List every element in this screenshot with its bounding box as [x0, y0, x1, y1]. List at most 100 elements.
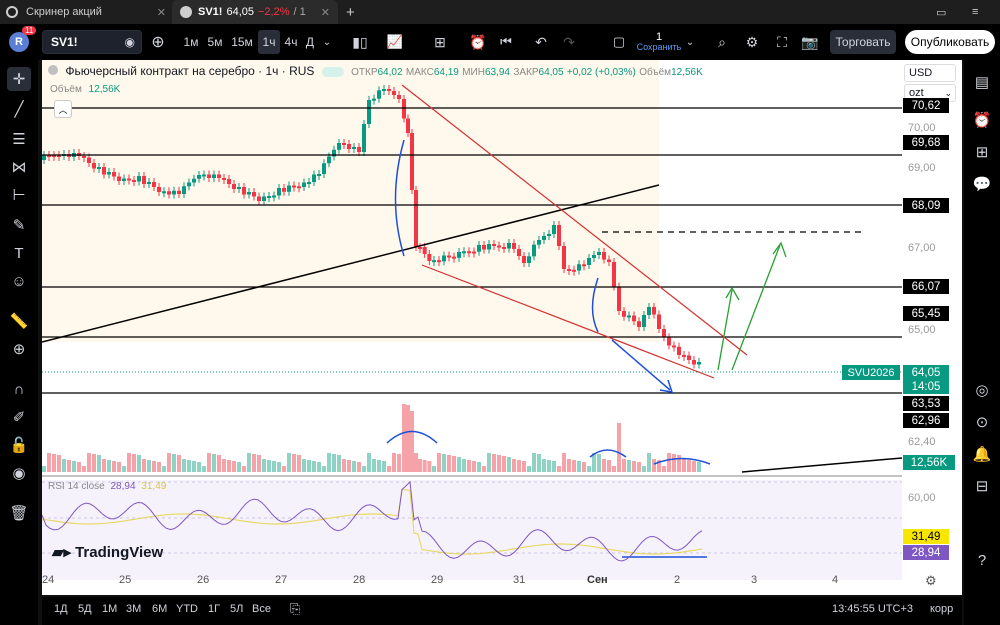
volume-bar [672, 454, 676, 472]
avatar[interactable]: R 11 [8, 26, 37, 54]
range-5y[interactable]: 5Л [230, 603, 243, 615]
range-1y[interactable]: 1Г [208, 603, 220, 615]
clock[interactable]: 13:45:55 UTC+3 [832, 603, 913, 615]
indicators-icon[interactable]: 📈 [384, 30, 406, 54]
replay-icon[interactable]: ⏮ [496, 30, 516, 54]
candle-body [422, 247, 427, 254]
interval-d[interactable]: Д [303, 30, 317, 54]
brush-icon[interactable]: ✎ [7, 213, 31, 237]
interval-4h[interactable]: 4ч [283, 30, 299, 54]
trend-line-icon[interactable]: ╱ [7, 97, 31, 121]
bell-icon[interactable]: 🔔 [970, 442, 994, 466]
volume-bar [252, 454, 256, 472]
currency-select[interactable]: USD [904, 64, 956, 82]
chevron-down-icon[interactable]: ⌄ [684, 30, 696, 54]
lock-icon[interactable]: 🔓 [7, 433, 31, 457]
ruler-icon[interactable]: 📏 [7, 309, 31, 333]
quick-search-icon[interactable]: ⌕ [712, 30, 732, 54]
volume-bar [377, 460, 381, 472]
interval-1m[interactable]: 1м [182, 30, 200, 54]
tab-symbol[interactable]: SV1! 64,05 −2,2% / 1 ✕ [172, 0, 338, 24]
chart-canvas[interactable] [42, 60, 962, 595]
collapse-legend-icon[interactable]: ︿ [54, 100, 72, 118]
candle-body [372, 98, 376, 101]
candle-body [182, 186, 186, 194]
candle-body [414, 190, 418, 247]
volume-bar [437, 453, 441, 472]
layout-square-icon[interactable]: ▢ [610, 30, 628, 54]
candles-icon[interactable]: ▮▯ [350, 30, 370, 54]
new-tab-icon[interactable]: + [346, 0, 360, 24]
range-3m[interactable]: 3М [126, 603, 141, 615]
compare-icon[interactable]: ⊕ [148, 30, 168, 54]
volume-bar [317, 462, 321, 472]
save-button[interactable]: 1 Сохранить [636, 30, 682, 54]
symbol-search[interactable]: SV1! ◉ [42, 30, 142, 54]
publish-button[interactable]: Опубликовать [905, 30, 995, 54]
eye-icon[interactable]: ◉ [7, 461, 31, 485]
close-icon[interactable]: ✕ [157, 6, 166, 19]
settings-icon[interactable]: ⚙ [925, 573, 937, 589]
layouts-icon[interactable]: ⊞ [430, 30, 450, 54]
forecast-icon[interactable]: ⊢ [7, 183, 31, 207]
pulse-icon[interactable]: ◎ [970, 378, 994, 402]
adjust-mode[interactable]: корр [930, 603, 953, 615]
watchlist-icon[interactable]: ▤ [970, 70, 994, 94]
help-icon[interactable]: ? [970, 548, 994, 572]
interval-1h[interactable]: 1ч [258, 30, 280, 54]
emoji-icon[interactable]: ☺ [7, 269, 31, 293]
ideas-icon[interactable]: ⊙ [970, 410, 994, 434]
eye-icon[interactable]: ◉ [125, 35, 135, 49]
blue-arrow [611, 339, 671, 391]
chevron-down-icon[interactable]: ⌄ [320, 30, 334, 54]
range-6m[interactable]: 6М [152, 603, 167, 615]
crosshair-icon[interactable]: ✛ [7, 67, 31, 91]
trash-icon[interactable]: 🗑 [7, 501, 31, 525]
rsi-legend: RSI 14 close 28,94 31,49 [48, 481, 166, 492]
chart-pane[interactable]: Фьючерсный контракт на серебро · 1ч · RU… [42, 60, 962, 595]
volume-bar [127, 453, 131, 472]
layout-icon[interactable]: ▭ [936, 0, 956, 24]
volume-bar [577, 461, 581, 472]
alert-icon[interactable]: ⏰ [468, 30, 488, 54]
price-tick: 70,00 [908, 122, 936, 134]
lock-drawings-icon[interactable]: ✐ [7, 405, 31, 429]
goto-date-icon[interactable]: ⎘ [290, 601, 300, 617]
range-all[interactable]: Все [252, 603, 271, 615]
range-ytd[interactable]: YTD [176, 603, 198, 615]
camera-icon[interactable]: 📷 [800, 30, 820, 54]
chat-icon[interactable]: 💬 [970, 172, 994, 196]
interval-5m[interactable]: 5м [206, 30, 224, 54]
text-icon[interactable]: T [7, 241, 31, 265]
candle-body [418, 247, 422, 249]
menu-icon[interactable]: ≡ [972, 0, 992, 24]
close-icon[interactable]: ✕ [321, 6, 330, 19]
symbol-input[interactable]: SV1! [51, 35, 78, 49]
trade-button[interactable]: Торговать [830, 30, 896, 54]
legend-change: +0,02 (+0,03%) [566, 67, 636, 78]
pattern-icon[interactable]: ⋈ [7, 155, 31, 179]
candle-body [302, 182, 306, 187]
calendar-icon[interactable]: ⊟ [970, 474, 994, 498]
fib-icon[interactable]: ☰ [7, 127, 31, 151]
zoom-icon[interactable]: ⊕ [7, 337, 31, 361]
object-tree-icon[interactable]: ⊞ [970, 140, 994, 164]
interval-15m[interactable]: 15м [230, 30, 254, 54]
range-1d[interactable]: 1Д [54, 603, 68, 615]
candle-body [657, 314, 661, 329]
volume-bar [132, 454, 136, 472]
range-5d[interactable]: 5Д [78, 603, 92, 615]
candle-body [152, 182, 156, 187]
alerts-icon[interactable]: ⏰ [970, 108, 994, 132]
fullscreen-icon[interactable]: ⛶ [772, 30, 792, 54]
settings-icon[interactable]: ⚙ [742, 30, 762, 54]
undo-icon[interactable]: ↶ [532, 30, 550, 54]
magnet-icon[interactable]: ∩ [7, 377, 31, 401]
candle-body [542, 236, 546, 240]
tab-screener[interactable]: Скринер акций ✕ [6, 0, 166, 24]
candle-body [487, 244, 491, 250]
redo-icon[interactable]: ↷ [560, 30, 578, 54]
range-1m[interactable]: 1М [102, 603, 117, 615]
candle-body [697, 362, 701, 365]
volume-bar [147, 460, 151, 472]
